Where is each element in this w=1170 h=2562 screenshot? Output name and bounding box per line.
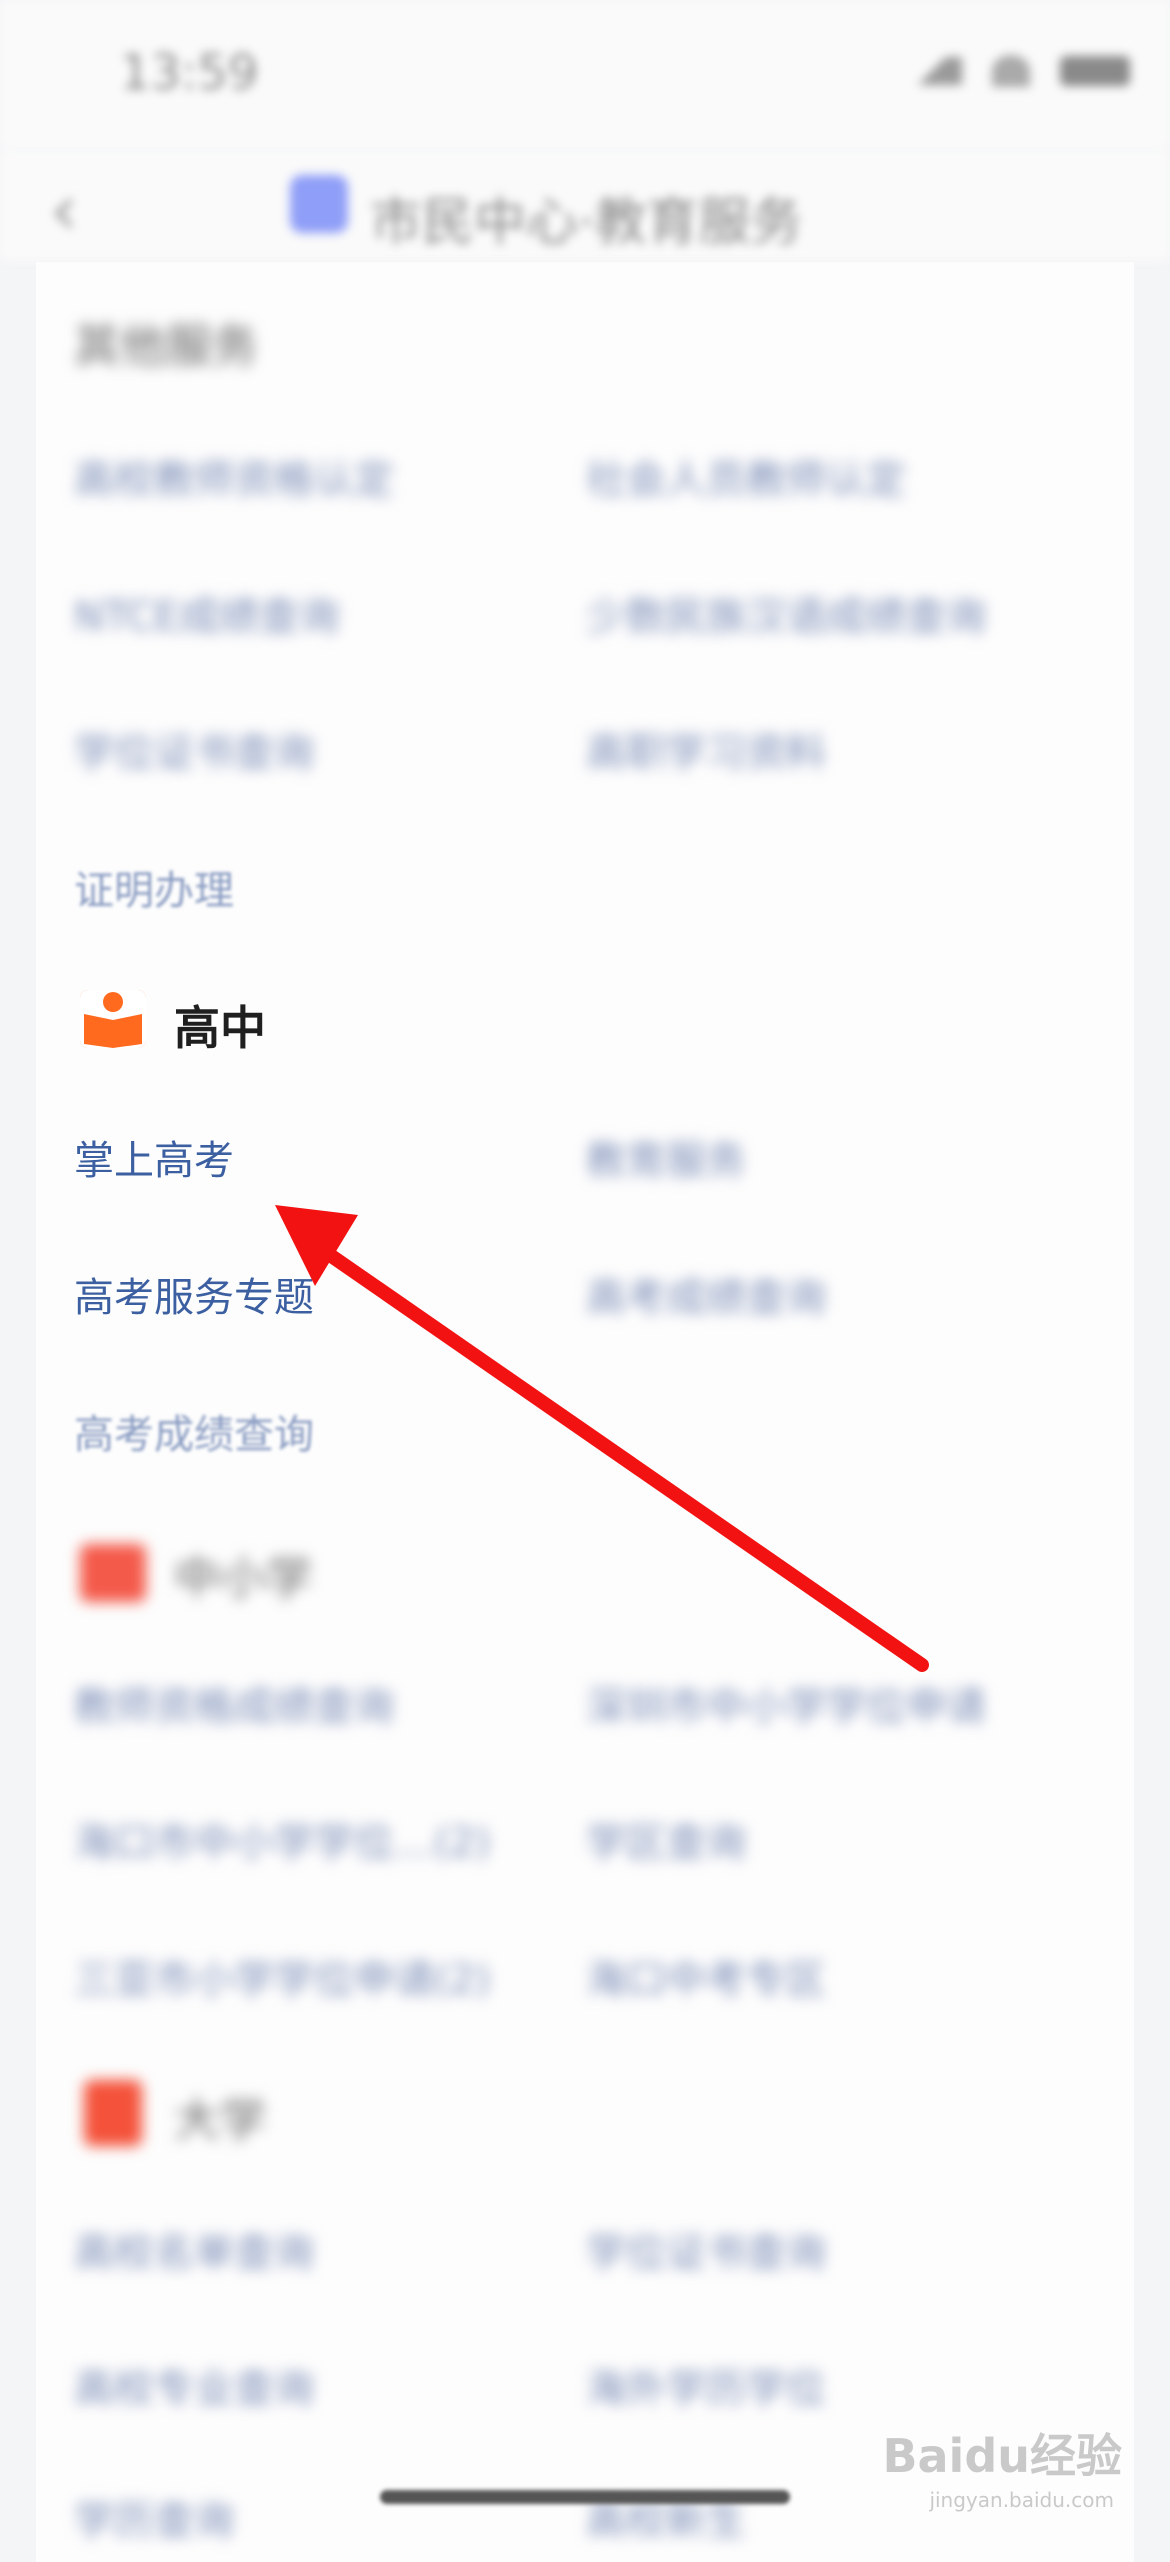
list-item[interactable]: 教师资格成绩查询 <box>74 1674 394 1732</box>
gaokao-handheld-link[interactable]: 掌上高考 <box>74 1128 234 1186</box>
status-bar: 13:59 <box>0 0 1170 150</box>
gaokao-service-topic-link[interactable]: 高考服务专题 <box>74 1265 314 1323</box>
list-item[interactable]: 学区查询 <box>586 1810 746 1868</box>
section-title-university: 大学 <box>174 2093 266 2147</box>
cert-link[interactable]: 证明办理 <box>74 858 234 916</box>
book-reader-icon <box>80 990 146 1048</box>
list-item[interactable]: 教育服务 <box>586 1128 746 1186</box>
list-item[interactable]: 海口市中小学学位…(2) <box>74 1810 491 1868</box>
home-indicator <box>380 2490 790 2504</box>
section-title-primary: 中小学 <box>174 1551 312 1605</box>
watermark: Baidu经验 <box>882 2429 1122 2483</box>
university-icon <box>84 2080 142 2146</box>
list-item[interactable]: 学位证书查询 <box>586 2220 826 2278</box>
status-icons <box>902 55 1130 87</box>
list-item[interactable]: 高校教师资格认定 <box>74 447 394 505</box>
service-card: 其他服务 高校教师资格认定 社会人员教师认定 NTCE成绩查询 少数民族汉语成绩… <box>36 262 1134 2562</box>
wifi-icon <box>992 55 1030 87</box>
list-item[interactable]: 海外学历学位 <box>586 2356 826 2414</box>
section-title-high-school: 高中 <box>174 1001 266 1055</box>
list-item[interactable]: 深圳市中小学学位申请 <box>586 1674 986 1732</box>
list-item[interactable]: 社会人员教师认定 <box>586 447 906 505</box>
school-icon <box>80 1544 146 1602</box>
watermark-url: jingyan.baidu.com <box>929 2488 1114 2512</box>
list-item[interactable]: 学位证书查询 <box>74 720 314 778</box>
page-title: 市民中心·教育服务 <box>370 193 803 253</box>
list-item[interactable]: 学历查询 <box>74 2488 234 2546</box>
gaokao-score-query-link[interactable]: 高考成绩查询 <box>74 1402 314 1460</box>
battery-icon <box>1060 56 1130 86</box>
list-item[interactable]: 少数民族汉语成绩查询 <box>586 584 986 642</box>
section-title-other: 其他服务 <box>74 319 258 373</box>
status-time: 13:59 <box>120 45 259 101</box>
list-item[interactable]: 高职学习资料 <box>586 720 826 778</box>
list-item[interactable]: 高校名单查询 <box>74 2220 314 2278</box>
nav-bar: ‹ 市民中心·教育服务 <box>0 150 1170 260</box>
signal-icon <box>902 57 962 85</box>
list-item[interactable]: 海口中考专区 <box>586 1947 826 2005</box>
list-item[interactable]: 三亚市小学学位申请(2) <box>74 1947 491 2005</box>
back-chevron-icon[interactable]: ‹ <box>50 175 78 245</box>
app-logo-icon <box>290 175 348 233</box>
list-item[interactable]: NTCE成绩查询 <box>74 584 339 642</box>
list-item[interactable]: 高考成绩查询 <box>586 1265 826 1323</box>
list-item[interactable]: 高校专业查询 <box>74 2356 314 2414</box>
